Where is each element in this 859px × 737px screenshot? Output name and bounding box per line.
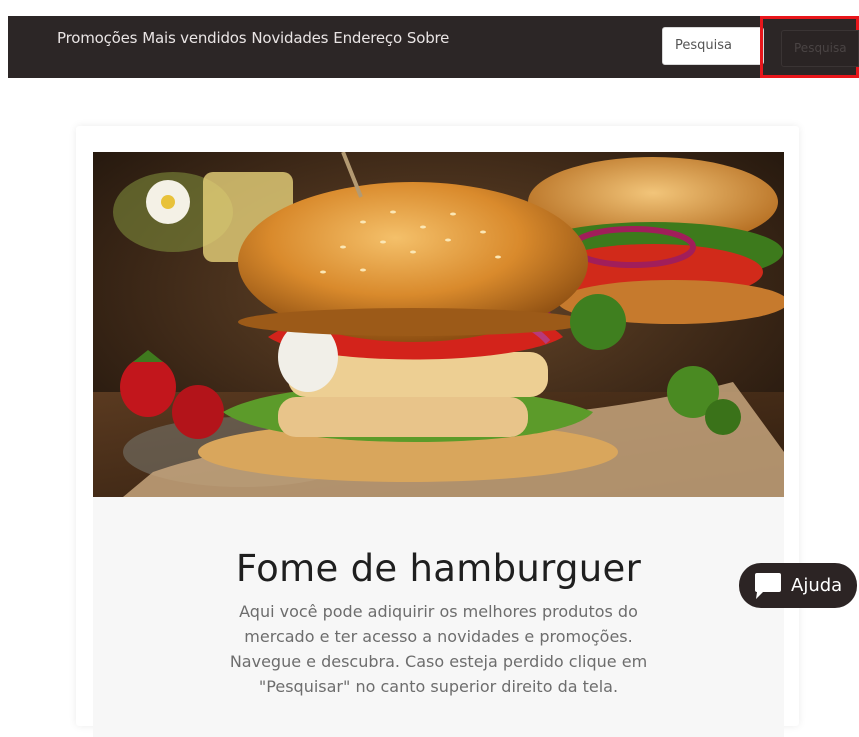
navbar: Promoções Mais vendidos Novidades Endere… [8, 16, 859, 78]
nav-link-endereco[interactable]: Endereço [333, 29, 402, 47]
nav-link-mais-vendidos[interactable]: Mais vendidos [142, 29, 246, 47]
search-button-label: Pesquisa [781, 30, 859, 67]
nav-link-novidades[interactable]: Novidades [251, 29, 328, 47]
chat-bubble-icon [755, 572, 781, 599]
nav-link-sobre[interactable]: Sobre [407, 29, 449, 47]
card-title: Fome de hamburguer [235, 547, 642, 590]
nav-links: Promoções Mais vendidos Novidades Endere… [57, 29, 449, 47]
hero-image [93, 152, 784, 497]
card-body: Fome de hamburguer Aqui você pode adiqui… [93, 497, 784, 737]
card-text: Aqui você pode adiquirir os melhores pro… [229, 602, 648, 696]
search-button[interactable]: Pesquisa [760, 16, 859, 78]
help-label: Ajuda [791, 575, 843, 596]
feature-card: Fome de hamburguer Aqui você pode adiqui… [76, 126, 799, 737]
hamburger-photo [93, 152, 784, 497]
search-input[interactable]: Pesquisa [662, 27, 764, 65]
nav-link-promocoes[interactable]: Promoções [57, 29, 137, 47]
help-button[interactable]: Ajuda [739, 563, 857, 608]
